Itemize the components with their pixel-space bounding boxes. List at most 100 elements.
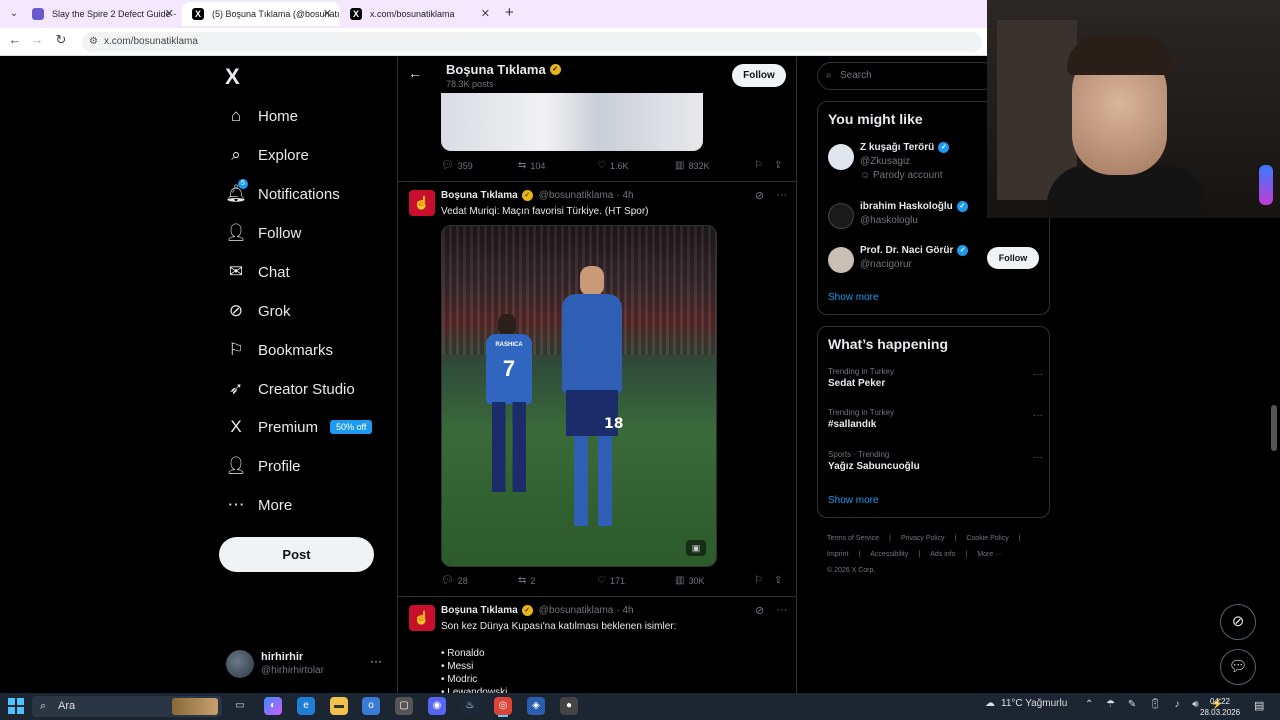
- obs-icon[interactable]: ●: [560, 697, 578, 715]
- back-arrow-icon[interactable]: ←: [6, 32, 24, 47]
- sidebar-item-grok[interactable]: ⊘ Grok: [226, 296, 291, 326]
- sidebar-item-notifications[interactable]: 🔔︎ 5 Notifications: [225, 179, 340, 209]
- avatar[interactable]: ☝: [409, 190, 435, 216]
- more-dots-icon[interactable]: ···: [1033, 410, 1043, 421]
- task-view-icon[interactable]: ▭: [231, 697, 249, 715]
- tweet-handle[interactable]: @bosunatiklama: [539, 605, 614, 616]
- weather-widget[interactable]: ☁ 11°C Yağmurlu: [985, 698, 1067, 709]
- post-button[interactable]: Post: [219, 537, 374, 572]
- follow-button[interactable]: Follow: [732, 64, 786, 87]
- tweet-time[interactable]: · 4h: [616, 190, 633, 201]
- sidebar-item-premium[interactable]: X Premium 50% off: [226, 412, 373, 442]
- trend-item[interactable]: Trending in Turkey #sallandık ···: [828, 408, 1043, 438]
- steam-icon[interactable]: ♨: [461, 697, 479, 715]
- photo-badge-icon[interactable]: ▣: [686, 540, 706, 556]
- trend-item[interactable]: Trending in Turkey Sedat Peker ···: [828, 367, 1043, 397]
- sidebar-item-creator-studio[interactable]: ➶ Creator Studio: [226, 374, 355, 404]
- follow-button[interactable]: Follow: [987, 247, 1039, 269]
- bookmark-button[interactable]: ⚐: [754, 160, 763, 171]
- reply-button[interactable]: 💬︎ 359: [441, 160, 473, 171]
- repost-button[interactable]: ⇆ 104: [518, 160, 545, 171]
- search-input[interactable]: ⌕ Search: [817, 62, 997, 90]
- footer-link[interactable]: Imprint: [827, 551, 848, 558]
- sidebar-item-home[interactable]: ⌂ Home: [226, 101, 298, 131]
- account-handle: @hirhirhirtolar: [261, 665, 324, 676]
- sidebar-item-bookmarks[interactable]: ⚐ Bookmarks: [226, 335, 333, 365]
- close-tab-icon[interactable]: ✕: [323, 2, 332, 26]
- close-tab-icon[interactable]: ✕: [481, 2, 490, 26]
- edge-icon[interactable]: e: [297, 697, 315, 715]
- show-more-link[interactable]: Show more: [828, 495, 879, 506]
- share-button[interactable]: ⇪: [774, 575, 782, 586]
- like-button[interactable]: ♡ 1.6K: [597, 160, 628, 171]
- reply-button[interactable]: 💬︎ 28: [441, 575, 468, 586]
- footer-link[interactable]: © 2026 X Corp.: [827, 567, 875, 574]
- outlook-icon[interactable]: o: [362, 697, 380, 715]
- url-field[interactable]: ⚙ x.com/bosunatiklama: [82, 32, 982, 52]
- sidebar-item-follow[interactable]: 👤︎ Follow: [225, 218, 301, 248]
- tweet-photo[interactable]: 7 RASHICA 18 ▣: [441, 225, 717, 567]
- sidebar-item-profile[interactable]: 👤︎ Profile: [225, 451, 300, 481]
- footer-link[interactable]: Accessibility: [870, 551, 908, 558]
- grok-icon[interactable]: ⊘: [755, 604, 764, 617]
- footer-link[interactable]: Ads info: [930, 551, 955, 558]
- more-dots-icon[interactable]: ···: [370, 654, 382, 668]
- more-dots-icon[interactable]: ···: [1033, 369, 1043, 380]
- x-logo-icon[interactable]: X: [225, 64, 247, 89]
- avatar[interactable]: ☝: [409, 605, 435, 631]
- avatar[interactable]: [828, 203, 854, 229]
- footer-link[interactable]: Terms of Service: [827, 535, 879, 542]
- avatar[interactable]: [828, 247, 854, 273]
- tweet-handle[interactable]: @bosunatiklama: [539, 190, 614, 201]
- footer-separator: |: [918, 551, 921, 558]
- footer-link[interactable]: More ···: [977, 551, 1002, 558]
- taskbar-search[interactable]: ⌕ Ara: [32, 696, 222, 717]
- more-dots-icon[interactable]: ···: [1033, 452, 1043, 463]
- more-dots-icon[interactable]: ···: [776, 604, 787, 617]
- tweet-time[interactable]: · 4h: [616, 605, 633, 616]
- grok-icon[interactable]: ⊘: [755, 189, 764, 202]
- chrome-icon[interactable]: ◎: [494, 697, 512, 715]
- tweet-author-name[interactable]: Boşuna Tıklama: [441, 190, 518, 201]
- avatar[interactable]: [828, 144, 854, 170]
- browser-tab-1[interactable]: Slay the Spire 2 Defect Guide - ✕: [22, 2, 182, 26]
- trend-item[interactable]: Sports · Trending Yağız Sabuncuoğlu ···: [828, 450, 1043, 480]
- views-button[interactable]: ▥ 30K: [675, 575, 704, 586]
- browser-tab-2[interactable]: X (5) Boşuna Tıklama (@bosunatı ✕: [182, 2, 340, 26]
- views-button[interactable]: ▥ 832K: [675, 160, 709, 171]
- app-icon[interactable]: ▢: [395, 697, 413, 715]
- browser-tab-3[interactable]: X x.com/bosunatiklama ✕: [340, 2, 498, 26]
- repost-button[interactable]: ⇆ 2: [518, 575, 535, 586]
- previous-tweet-image[interactable]: [441, 93, 703, 151]
- messages-fab-icon[interactable]: 💬︎: [1220, 649, 1256, 685]
- show-more-link[interactable]: Show more: [828, 292, 879, 303]
- new-tab-icon[interactable]: +: [505, 4, 514, 21]
- forward-arrow-icon[interactable]: →: [28, 32, 46, 47]
- notification-center-icon[interactable]: ▤: [1254, 699, 1264, 712]
- reload-icon[interactable]: ↻: [52, 32, 70, 48]
- discord-icon[interactable]: ◉: [428, 697, 446, 715]
- tab-search-dropdown-icon[interactable]: ⌄: [6, 6, 22, 22]
- close-tab-icon[interactable]: ✕: [165, 2, 174, 26]
- suggested-user[interactable]: Prof. Dr. Naci Görür ✓ @nacigorur Follow: [828, 245, 1048, 281]
- footer-link[interactable]: Privacy Policy: [901, 535, 945, 542]
- sidebar-item-chat[interactable]: ✉ Chat: [226, 257, 290, 287]
- sidebar-item-more[interactable]: ⋯ More: [226, 490, 293, 520]
- copilot-icon[interactable]: ◐: [264, 697, 282, 715]
- like-button[interactable]: ♡ 171: [597, 575, 625, 586]
- game-icon[interactable]: ◈: [527, 697, 545, 715]
- windows-start-icon[interactable]: [8, 698, 24, 714]
- site-info-icon[interactable]: ⚙: [89, 32, 98, 52]
- more-dots-icon[interactable]: ···: [776, 189, 787, 202]
- back-arrow-icon[interactable]: ←: [408, 65, 422, 81]
- sidebar-item-explore[interactable]: ⌕ Explore: [226, 140, 309, 170]
- grok-fab-icon[interactable]: ⊘: [1220, 604, 1256, 640]
- file-explorer-icon[interactable]: ▬: [330, 697, 348, 715]
- footer-link[interactable]: Cookie Policy: [966, 535, 1008, 542]
- share-button[interactable]: ⇪: [774, 160, 782, 171]
- tweet-author-name[interactable]: Boşuna Tıklama: [441, 605, 518, 616]
- bookmark-button[interactable]: ⚐: [754, 575, 763, 586]
- taskbar-clock[interactable]: 04:22 28.03.2026: [1200, 696, 1240, 718]
- account-switcher[interactable]: hirhirhir @hirhirhirtolar ···: [226, 648, 386, 682]
- scrollbar-thumb[interactable]: [1271, 405, 1277, 451]
